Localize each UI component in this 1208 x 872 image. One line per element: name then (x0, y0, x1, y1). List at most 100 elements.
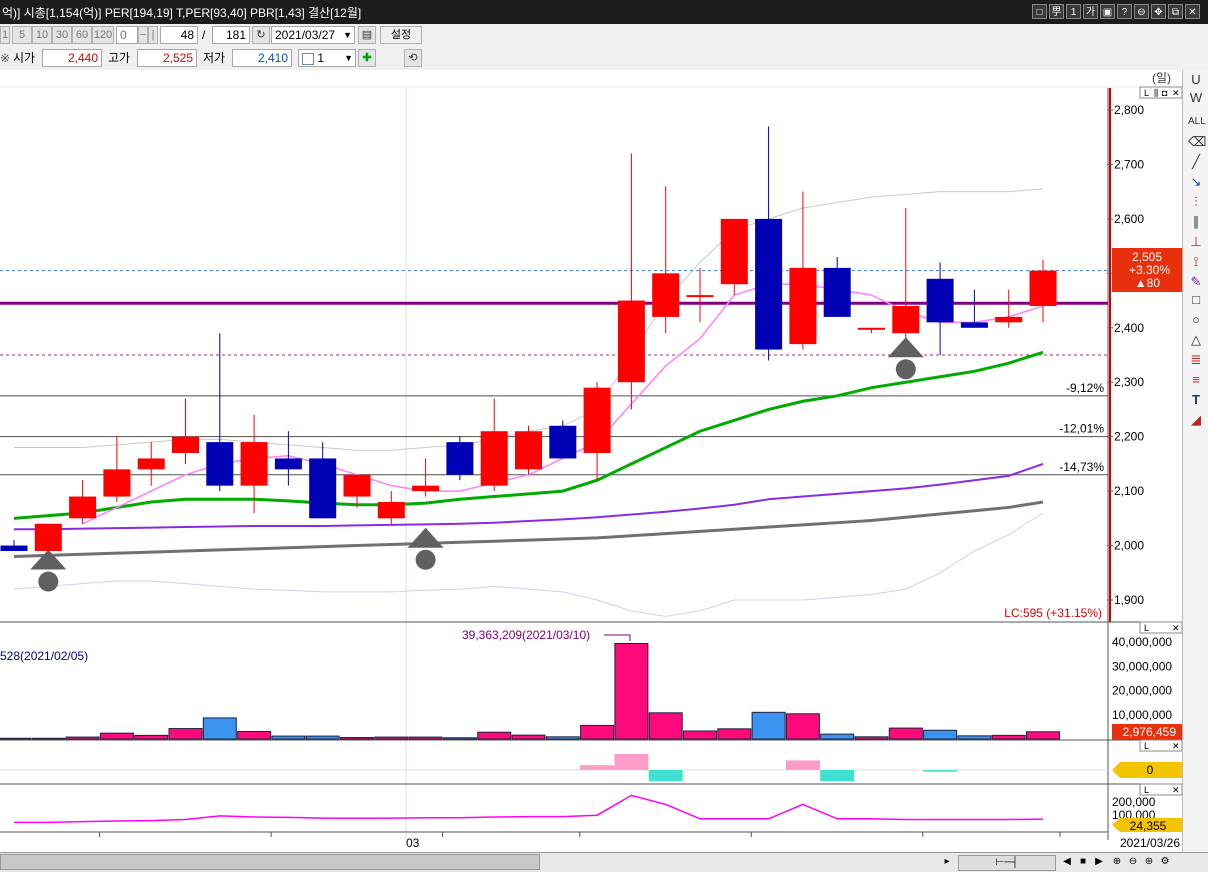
panel-close-icon[interactable]: ✕ (1172, 88, 1180, 98)
period-unit-label: (일) (1152, 71, 1171, 85)
parallel-lines-icon[interactable]: ∥ (1188, 214, 1204, 230)
change-abs: ▲80 (1135, 276, 1161, 290)
total-count-input[interactable]: 181 (212, 26, 250, 44)
panel-close-icon[interactable]: ✕ (1172, 623, 1180, 633)
candle-body (1029, 270, 1057, 306)
eraser-icon[interactable]: ⌫ (1188, 134, 1206, 150)
volume-panel: 40,000,000 30,000,000 20,000,000 10,000,000… (0, 621, 1183, 740)
candle-body (583, 387, 611, 453)
rectangle-icon[interactable]: □ (1188, 292, 1204, 308)
help-button[interactable]: ? (1117, 4, 1132, 19)
period-button-60[interactable]: 60 (72, 26, 92, 44)
volume-bar (957, 735, 992, 740)
stop-icon[interactable]: ■ (1076, 855, 1090, 869)
obv-current: 24,355 (1130, 819, 1167, 833)
move-button[interactable]: ✥ (1151, 4, 1166, 19)
fan-line-icon[interactable]: ⊥ (1188, 234, 1204, 250)
osc-bar (785, 760, 820, 770)
volume-bar (854, 736, 889, 740)
chart-canvas[interactable]: -9,12% -12,01% -14,73% 2,800 2,700 2,600 2,50… (0, 70, 1183, 852)
volume-tick-label: 10,000,000 (1112, 708, 1172, 722)
period-button-10[interactable]: 10 (32, 26, 52, 44)
panel-controls-volume[interactable]: L ✕ (1139, 621, 1183, 634)
zoom-slider[interactable]: ⊢─┤ (958, 855, 1056, 871)
zoom-reset-icon[interactable]: ⊛ (1142, 855, 1156, 869)
candle-body (480, 431, 508, 486)
ratio-value: 1 (317, 51, 325, 65)
chevron-down-icon: ▼ (344, 53, 353, 63)
panel-controls-price[interactable]: L ⫼ ◘ ✕ (1139, 86, 1183, 99)
volume-bar (717, 728, 752, 740)
scroll-thumb[interactable] (0, 854, 540, 870)
gann-fan-icon[interactable]: ≣ (1188, 352, 1204, 368)
window-button-1[interactable]: □ (1032, 4, 1047, 19)
prev-icon[interactable]: ◀ (1060, 855, 1074, 869)
select-all-icon[interactable]: ALL (1188, 114, 1206, 130)
scroll-right-icon[interactable]: ▸ (940, 855, 954, 869)
panel-l-icon[interactable]: L (1144, 623, 1149, 633)
tools-icon[interactable]: ⚙ (1158, 855, 1172, 869)
panel-close-icon[interactable]: ✕ (1172, 741, 1180, 751)
chart-area[interactable]: -9,12% -12,01% -14,73% 2,800 2,700 2,600 2,50… (0, 70, 1183, 852)
line-tool-icon[interactable]: ╱ (1188, 154, 1204, 170)
volume-bar (785, 713, 820, 740)
ratio-select[interactable]: 1 ▼ (298, 49, 356, 67)
window-button-4[interactable]: 가 (1083, 4, 1098, 19)
window-button-2[interactable]: 甼 (1049, 4, 1064, 19)
zoom-in-icon[interactable]: ⊕ (1110, 855, 1124, 869)
panel-controls-osc[interactable]: L ✕ (1139, 739, 1183, 752)
stock-summary: 억)] 시총[1,154(억)] PER[194,19] T,PER[93,40… (2, 6, 362, 20)
volume-bar (477, 731, 512, 740)
candle-body (206, 442, 234, 486)
pencil-icon[interactable]: ✎ (1188, 274, 1204, 290)
candle-body (789, 267, 817, 345)
panel-close-icon[interactable]: ✕ (1172, 785, 1180, 795)
spin-up-icon[interactable]: − (138, 26, 148, 44)
period-button-30[interactable]: 30 (52, 26, 72, 44)
fibonacci-icon[interactable]: ⫶ (1188, 194, 1204, 210)
paint-icon[interactable]: ◢ (1188, 412, 1204, 428)
window-button-3[interactable]: 1 (1066, 4, 1081, 19)
date-input[interactable]: 2021/03/27 ▼ (271, 26, 355, 44)
save-icon[interactable]: ▤ (358, 26, 376, 44)
panel-l-icon[interactable]: L (1144, 741, 1149, 751)
next-icon[interactable]: ▶ (1092, 855, 1106, 869)
trend-line-icon[interactable]: ↘ (1188, 174, 1204, 190)
display-count-input[interactable]: 48 (160, 26, 198, 44)
down-arrow-icon[interactable]: W (1188, 90, 1204, 106)
gann-grid-icon[interactable]: ≡ (1188, 372, 1204, 388)
up-arrow-icon[interactable]: U (1188, 72, 1204, 88)
settings-button[interactable]: 설정 (380, 26, 422, 44)
period-button-120[interactable]: 120 (92, 26, 114, 44)
checkbox-icon[interactable] (302, 52, 314, 65)
circle-icon[interactable]: ○ (1188, 312, 1204, 328)
period-button-5[interactable]: 5 (12, 26, 32, 44)
refresh-data-icon[interactable]: ↻ (252, 26, 270, 44)
window-button-5[interactable]: ▣ (1100, 4, 1115, 19)
bottom-scrollbar[interactable]: ▸ ⊢─┤ ◀ ■ ▶ ⊕ ⊖ ⊛ ⚙ (0, 852, 1208, 872)
panel-l-icon[interactable]: L (1144, 785, 1149, 795)
minimize-button[interactable]: ⊖ (1134, 4, 1149, 19)
sync-icon[interactable]: ⟲ (404, 49, 422, 67)
zoom-out-icon[interactable]: ⊖ (1126, 855, 1140, 869)
filter-icon[interactable]: ※ (0, 49, 10, 67)
cycle-line-icon[interactable]: ⟟ (1188, 254, 1204, 270)
restore-button[interactable]: ⧉ (1168, 4, 1183, 19)
panel-split-icon[interactable]: ⫼ (1154, 88, 1158, 98)
add-indicator-icon[interactable]: ✚ (358, 49, 376, 67)
period-input[interactable]: 0 (116, 26, 138, 44)
period-button-1[interactable]: 1 (0, 26, 10, 44)
candle-body (274, 458, 302, 470)
candle-body (686, 295, 714, 298)
triangle-icon[interactable]: △ (1188, 332, 1204, 348)
spin-down-icon[interactable]: | (148, 26, 158, 44)
buy-signal-dot (895, 359, 916, 380)
close-button[interactable]: ✕ (1185, 4, 1200, 19)
panel-controls-obv[interactable]: L ✕ (1139, 783, 1183, 796)
panel-l-icon[interactable]: L (1144, 88, 1149, 98)
text-tool-icon[interactable]: T (1188, 392, 1204, 408)
volume-bar (408, 736, 443, 740)
panel-max-icon[interactable]: ◘ (1162, 88, 1168, 98)
buy-signal-dot (38, 571, 59, 592)
title-bar: 억)] 시총[1,154(억)] PER[194,19] T,PER[93,40… (0, 0, 1208, 24)
